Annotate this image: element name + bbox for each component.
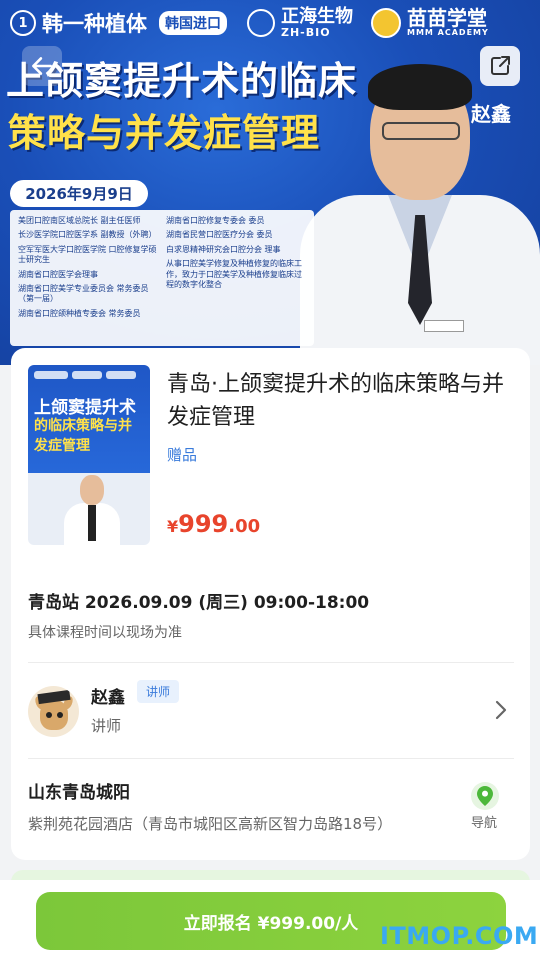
chevron-right-icon[interactable] (491, 697, 511, 723)
back-button[interactable] (22, 46, 62, 86)
session-time: 青岛站 2026.09.09 (周三) 09:00-18:00 (28, 593, 370, 613)
share-button[interactable] (480, 46, 520, 86)
bio-item: 长沙医学院口腔医学系 副教授（外聘） (18, 230, 157, 240)
course-price: ¥999.00 (167, 510, 260, 538)
avatar (28, 686, 79, 737)
banner-date: 2026年9月9日 (10, 180, 148, 207)
price-symbol: ¥ (167, 517, 179, 536)
divider (28, 758, 514, 759)
korea-import-tag: 韩国进口 (159, 11, 227, 35)
course-detail-card: 上颌窦提升术 的临床策略与并 发症管理 青岛·上颌窦提升术的临床策略与并发症管理… (11, 348, 530, 860)
price-integer: 999 (178, 510, 229, 538)
gift-tag: 赠品 (167, 446, 198, 464)
bio-item: 湖南省口腔修复专委会 委员 (166, 216, 265, 225)
site-watermark: ITMOP.COM (380, 922, 539, 950)
bio-item: 湖南省口腔美学专业委员会 常务委员（第一届） (18, 283, 149, 304)
bio-column-left: 美团口腔南区域总院长 副主任医师 长沙医学院口腔医学系 副教授（外聘） 空军军医… (18, 216, 158, 340)
location-address: 紫荆苑花园酒店（青岛市城阳区高新区智力岛路18号） (28, 815, 393, 833)
price-decimal: .00 (228, 516, 261, 537)
navigation-label[interactable]: 导航 (471, 812, 497, 831)
hanyi-logo-icon: 1 (10, 10, 36, 36)
course-title: 青岛·上颌窦提升术的临床策略与并发症管理 (167, 372, 504, 430)
bio-item: 湖南省口腔医学会理事 (18, 269, 98, 279)
hanyi-logo-text: 韩一种植体 (42, 12, 147, 36)
teacher-badge: 讲师 (137, 680, 180, 703)
teacher-row[interactable]: 赵鑫 讲师 讲师 (11, 663, 530, 758)
cover-title-line2: 的临床策略与并 (34, 418, 132, 434)
share-icon (491, 56, 510, 75)
course-banner: 1 韩一种植体 韩国进口 正海生物 ZH-BIO 苗苗学堂 MMM ACADEM… (0, 0, 540, 365)
mmm-academy-logo-cn: 苗苗学堂 (407, 6, 487, 31)
bio-item: 湖南省口腔颌种植专委会 常务委员 (18, 308, 141, 318)
speaker-bio: 美团口腔南区域总院长 副主任医师 长沙医学院口腔医学系 副教授（外聘） 空军军医… (10, 210, 314, 346)
cover-title-line3: 发症管理 (34, 438, 90, 454)
zhbio-logo-icon (247, 9, 275, 37)
teacher-name: 赵鑫 (91, 688, 125, 708)
bio-item: 空军军医大学口腔医学院 口腔修复学硕士研究生 (18, 244, 157, 265)
bio-item: 美团口腔南区域总院长 副主任医师 (18, 216, 141, 225)
bio-item: 从事口腔美学修复及种植修复的临床工作，致力于口腔美学及种植修复临床过程的数字化整… (166, 259, 302, 289)
banner-title-line2: 策略与并发症管理 (8, 111, 321, 155)
bio-item: 白求恩精神研究会口腔分会 理事 (166, 244, 281, 254)
arrow-left-icon (32, 57, 52, 75)
course-cover-image: 上颌窦提升术 的临床策略与并 发症管理 (28, 365, 150, 545)
zhbio-logo-cn: 正海生物 (281, 5, 353, 27)
teacher-role: 讲师 (91, 717, 122, 735)
location-city: 山东青岛城阳 (28, 783, 130, 803)
cover-speaker-photo (64, 475, 120, 545)
session-note: 具体课程时间以现场为准 (28, 625, 182, 641)
banner-speaker-name: 赵鑫 (471, 102, 511, 126)
bio-column-right: 湖南省口腔修复专委会 委员 湖南省民营口腔医疗分会 委员 白求恩精神研究会口腔分… (166, 216, 306, 340)
map-pin-icon[interactable] (471, 782, 499, 810)
hanyi-logo: 1 韩一种植体 韩国进口 (10, 8, 227, 38)
bio-item: 湖南省民营口腔医疗分会 委员 (166, 230, 273, 240)
